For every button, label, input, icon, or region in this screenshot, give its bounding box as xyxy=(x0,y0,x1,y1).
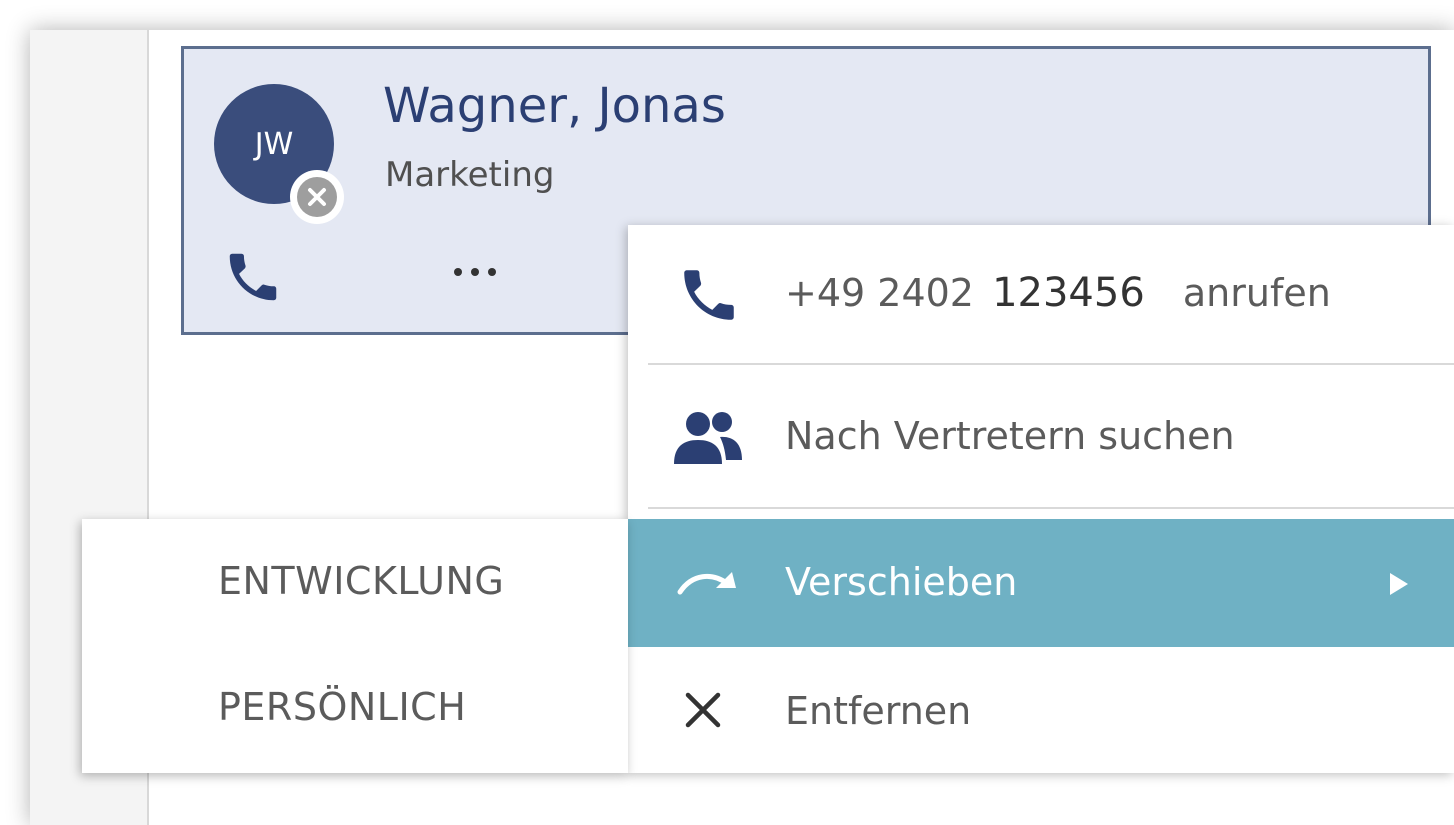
remove-label: Entfernen xyxy=(785,689,972,733)
status-badge xyxy=(290,170,344,224)
menu-item-remove[interactable] xyxy=(628,647,1454,773)
phone-number-main: 123456 xyxy=(992,270,1145,316)
close-icon xyxy=(684,691,722,729)
menu-divider xyxy=(648,507,1454,509)
phone-icon xyxy=(676,262,742,328)
call-label: +49 2402 123456 anrufen xyxy=(785,273,1331,313)
submenu-item-entwicklung[interactable]: ENTWICKLUNG xyxy=(218,562,504,600)
avatar-initials: JW xyxy=(254,126,294,162)
move-arrow-icon xyxy=(676,568,742,598)
move-submenu xyxy=(82,519,628,773)
submenu-item-persoenlich[interactable]: PERSÖNLICH xyxy=(218,688,466,726)
find-deputies-label: Nach Vertretern suchen xyxy=(785,414,1235,458)
move-label: Verschieben xyxy=(785,560,1018,604)
status-offline-x-icon xyxy=(297,177,337,217)
menu-item-move[interactable] xyxy=(628,519,1454,647)
contact-name[interactable]: Wagner, Jonas xyxy=(383,82,726,130)
contact-department: Marketing xyxy=(385,155,555,195)
people-icon xyxy=(670,410,746,468)
more-dots-icon[interactable] xyxy=(450,262,500,282)
phone-icon[interactable] xyxy=(222,246,284,308)
call-action: anrufen xyxy=(1182,271,1331,315)
phone-number-prefix: +49 2402 xyxy=(785,271,974,315)
triangle-right-icon xyxy=(1388,571,1410,597)
